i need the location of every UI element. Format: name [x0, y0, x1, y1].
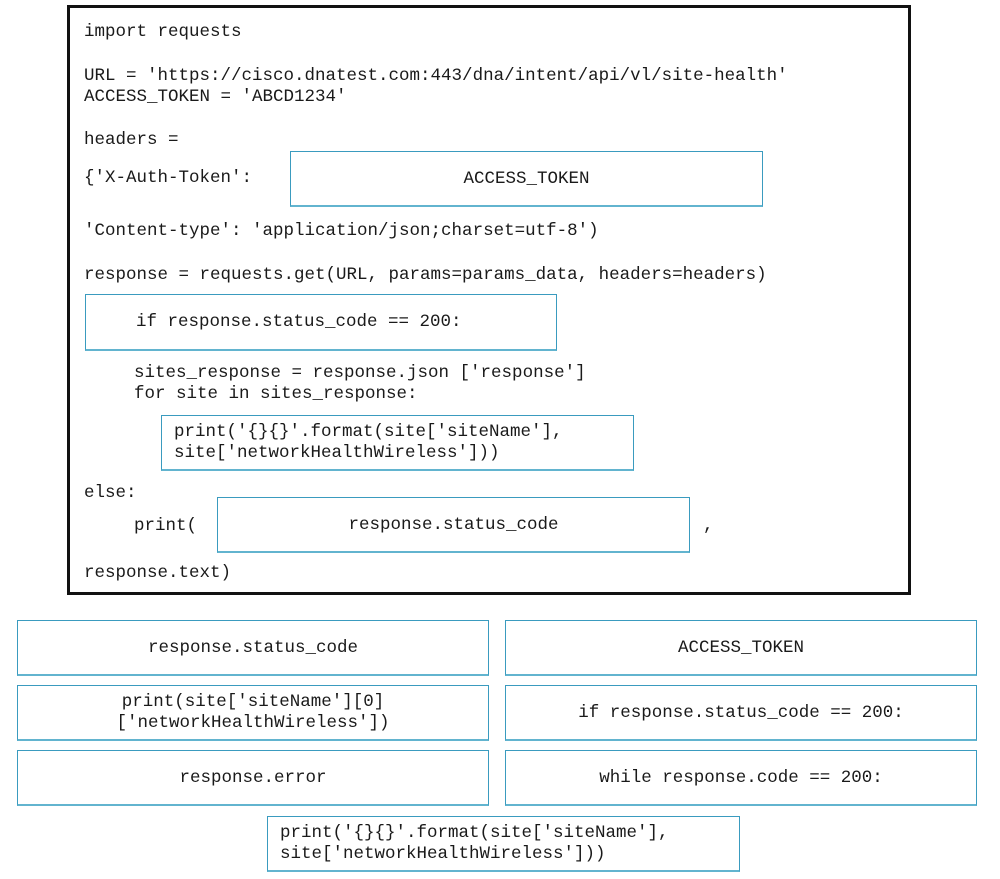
code-line-else: else: — [84, 483, 137, 503]
code-line-auth: {'X-Auth-Token': — [84, 168, 253, 188]
option-tile-print-index-line1: print(site['siteName'][0] — [121, 691, 385, 712]
code-line-sites-response: sites_response = response.json ['respons… — [134, 363, 586, 383]
drop-slot-error[interactable]: response.status_code — [217, 497, 690, 553]
drop-slot-token[interactable]: ACCESS_TOKEN — [290, 151, 763, 207]
code-line-print-open: print( — [134, 516, 198, 536]
drop-slot-print-line2: site['networkHealthWireless'])) — [174, 442, 500, 463]
code-line-get: response = requests.get(URL, params=para… — [84, 265, 767, 285]
code-line-url: URL = 'https://cisco.dnatest.com:443/dna… — [84, 66, 788, 86]
code-line-content-type: 'Content-type': 'application/json;charse… — [84, 221, 599, 241]
code-line-for: for site in sites_response: — [134, 384, 418, 404]
option-tile-print-index-line2: ['networkHealthWireless']) — [116, 712, 390, 733]
option-tile-if-status[interactable]: if response.status_code == 200: — [505, 685, 977, 741]
code-line-headers: headers = — [84, 130, 179, 150]
option-tile-while-code[interactable]: while response.code == 200: — [505, 750, 977, 806]
option-tile-access-token[interactable]: ACCESS_TOKEN — [505, 620, 977, 676]
code-line-import: import requests — [84, 22, 242, 42]
drop-slot-print-line1: print('{}{}'.format(site['siteName'], — [174, 421, 563, 442]
code-line-token: ACCESS_TOKEN = 'ABCD1234' — [84, 87, 347, 107]
option-tile-print-format-line2: site['networkHealthWireless'])) — [280, 843, 606, 864]
code-line-comma: , — [703, 516, 714, 536]
code-line-text: response.text) — [84, 563, 232, 583]
drop-slot-print[interactable]: print('{}{}'.format(site['siteName'], si… — [161, 415, 634, 471]
code-panel: import requests URL = 'https://cisco.dna… — [67, 5, 911, 595]
option-tile-print-format[interactable]: print('{}{}'.format(site['siteName'], si… — [267, 816, 740, 872]
option-tile-response-error[interactable]: response.error — [17, 750, 489, 806]
drop-slot-condition[interactable]: if response.status_code == 200: — [85, 294, 557, 351]
option-tile-status-code[interactable]: response.status_code — [17, 620, 489, 676]
option-tile-print-format-line1: print('{}{}'.format(site['siteName'], — [280, 822, 669, 843]
option-tile-print-index[interactable]: print(site['siteName'][0] ['networkHealt… — [17, 685, 489, 741]
